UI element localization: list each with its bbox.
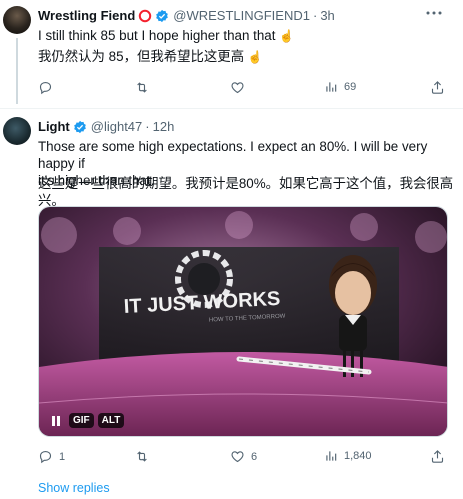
timestamp[interactable]: 12h — [153, 119, 175, 134]
avatar[interactable] — [3, 117, 31, 145]
like-button[interactable]: 6 — [230, 449, 257, 464]
media-badges: GIF ALT — [49, 413, 128, 428]
avatar[interactable] — [3, 6, 31, 34]
views-button[interactable]: 1,840 — [324, 449, 372, 463]
share-button[interactable] — [430, 80, 445, 95]
tweet-text-english: I still think 85 but I hope higher than … — [38, 27, 294, 45]
views-count: 1,840 — [344, 450, 372, 462]
tweet-text-english-line1: Those are some high expectations. I expe… — [38, 139, 428, 171]
tweet-actions: 1 6 1,840 — [38, 449, 448, 469]
thread-connector-line — [16, 38, 18, 104]
pinching-hand-emoji-icon: ☝ — [279, 29, 295, 43]
more-options-icon[interactable] — [423, 4, 445, 22]
tweet-text-english-content: I still think 85 but I hope higher than … — [38, 28, 276, 43]
separator-dot: · — [312, 8, 318, 23]
affiliate-ring-icon — [138, 9, 152, 23]
pause-icon[interactable] — [49, 414, 63, 428]
like-button[interactable] — [230, 80, 251, 95]
tweet-header: Light @light47 · 12h — [38, 119, 174, 134]
display-name[interactable]: Light — [38, 119, 70, 134]
gif-media[interactable]: IT JUST WORKS HOW TO THE TOMORROW GIF AL… — [38, 206, 448, 437]
tweet-actions: 69 — [38, 80, 448, 100]
reply-button[interactable]: 1 — [38, 449, 65, 464]
like-count: 6 — [251, 450, 258, 463]
retweet-button[interactable] — [134, 449, 156, 464]
gif-frame-illustration: IT JUST WORKS HOW TO THE TOMORROW — [39, 207, 447, 436]
share-button[interactable] — [430, 449, 445, 464]
reply-icon — [39, 81, 52, 95]
reply-count: 1 — [59, 450, 66, 463]
show-replies-link[interactable]: Show replies — [38, 481, 110, 495]
alt-badge[interactable]: ALT — [97, 413, 125, 428]
views-chart-icon — [326, 82, 337, 92]
reply-icon — [39, 450, 52, 464]
views-button[interactable]: 69 — [324, 80, 356, 94]
tweet-header: Wrestling Fiend @WRESTLINGFIEND1 · 3h — [38, 8, 335, 23]
verified-badge-icon — [155, 9, 169, 23]
retweet-button[interactable] — [134, 80, 156, 95]
reply-button[interactable] — [38, 80, 59, 95]
user-handle[interactable]: @light47 — [91, 119, 143, 134]
heart-icon — [231, 82, 244, 94]
share-icon — [431, 81, 444, 94]
views-chart-icon — [326, 451, 337, 461]
tweet-text-chinese: 我仍然认为 85，但我希望比这更高 ☝ — [38, 48, 263, 66]
display-name[interactable]: Wrestling Fiend — [38, 8, 135, 23]
heart-icon — [231, 451, 244, 463]
gif-badge: GIF — [69, 413, 94, 428]
retweet-icon — [137, 82, 147, 93]
separator-dot: · — [145, 119, 150, 134]
tweet-text-chinese-content: 我仍然认为 85，但我希望比这更高 — [38, 49, 245, 64]
share-icon — [431, 450, 444, 463]
views-count: 69 — [344, 81, 357, 93]
tweet-light[interactable]: Light @light47 · 12h Those are some high… — [0, 108, 463, 471]
verified-badge-icon — [73, 120, 87, 134]
tweet-wrestling-fiend[interactable]: Wrestling Fiend @WRESTLINGFIEND1 · 3h I … — [0, 0, 463, 104]
user-handle[interactable]: @WRESTLINGFIEND1 — [173, 8, 310, 23]
timestamp[interactable]: 3h — [320, 8, 334, 23]
retweet-icon — [137, 451, 147, 462]
pinching-hand-emoji-icon: ☝ — [247, 50, 263, 64]
tweet-text-chinese: 这些是一些很高的期望。我预计是80%。如果它高于这个值，我会很高兴。 — [38, 176, 454, 208]
